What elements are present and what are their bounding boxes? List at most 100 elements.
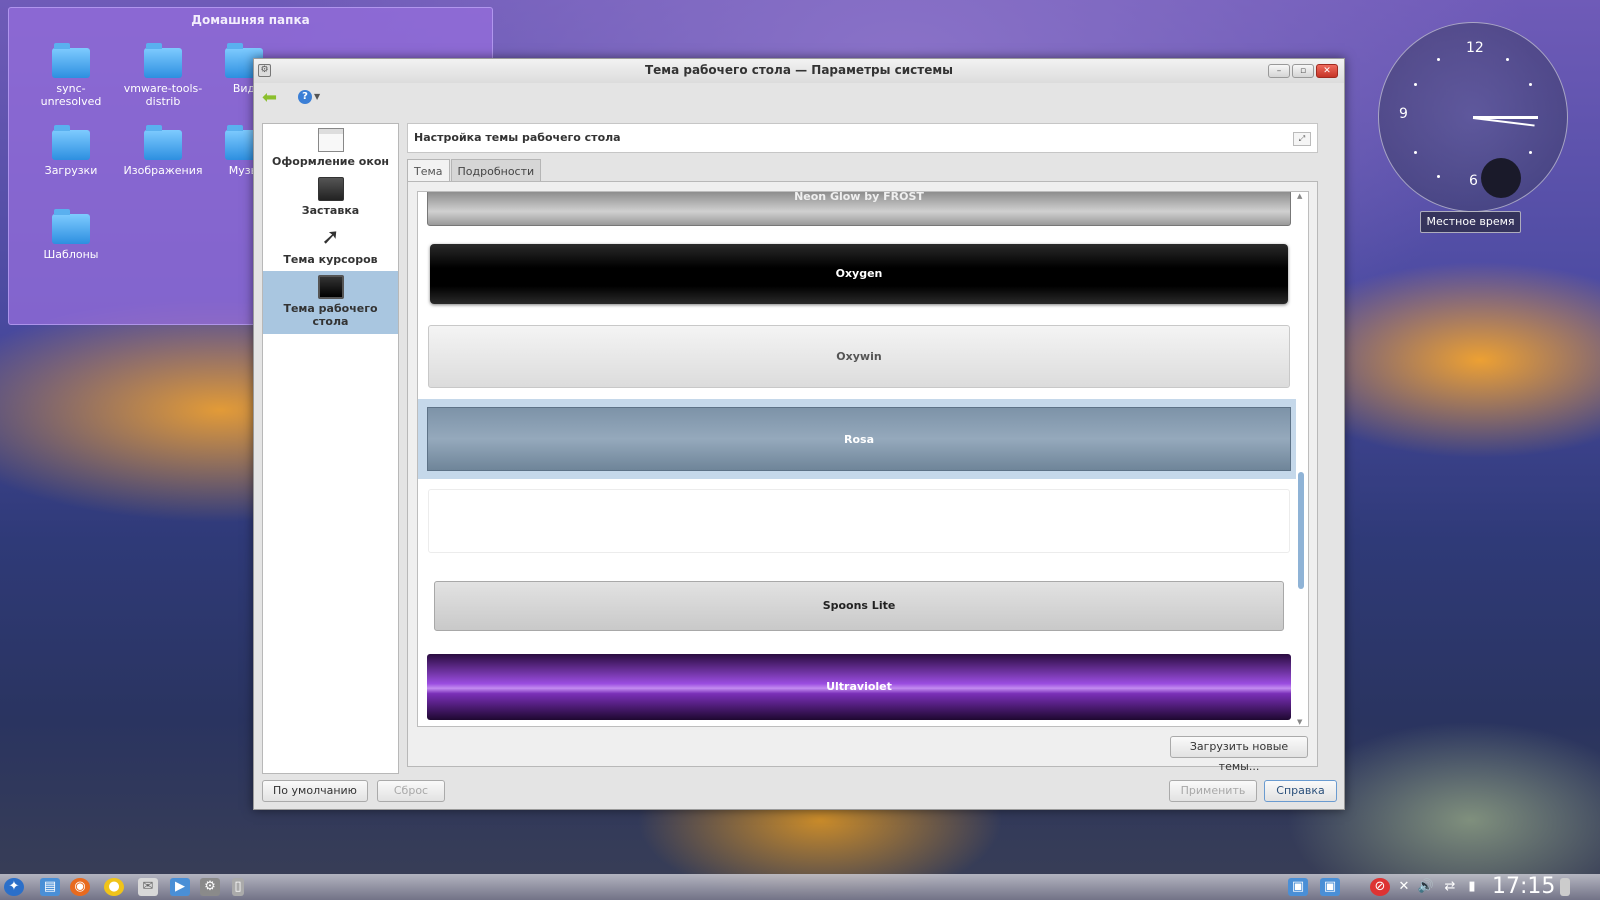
sidebar-item-cursor-theme[interactable]: ➚ Тема курсоров bbox=[263, 222, 398, 271]
clock-number-12: 12 bbox=[1466, 40, 1484, 56]
theme-item-selected[interactable]: Rosa bbox=[427, 407, 1291, 471]
folder-label: unresolved bbox=[40, 95, 102, 108]
trash-icon[interactable]: ▯ bbox=[232, 878, 244, 896]
folder-icon bbox=[144, 125, 182, 160]
sidebar-item-label: стола bbox=[312, 315, 349, 328]
tab-details[interactable]: Подробности bbox=[450, 159, 542, 181]
chat-icon[interactable]: ● bbox=[104, 878, 124, 896]
module-header: Настройка темы рабочего стола ⤢ bbox=[407, 123, 1318, 153]
folder-label: Изображения bbox=[123, 164, 203, 177]
expand-icon[interactable]: ⤢ bbox=[1293, 132, 1311, 146]
window-titlebar[interactable]: ⚙ Тема рабочего стола — Параметры систем… bbox=[254, 59, 1344, 83]
scroll-down-icon[interactable]: ▼ bbox=[1297, 718, 1302, 726]
minimize-button[interactable]: – bbox=[1268, 64, 1290, 78]
theme-name: Oxygen bbox=[835, 267, 883, 280]
file-manager-icon[interactable]: ▤ bbox=[40, 878, 60, 896]
clock-number-9: 9 bbox=[1399, 106, 1408, 122]
theme-item[interactable]: Neon Glow by FROST bbox=[427, 191, 1291, 226]
folder-label: Шаблоны bbox=[43, 248, 99, 261]
show-desktop-icon[interactable] bbox=[1560, 878, 1570, 896]
scroll-up-icon[interactable]: ▲ bbox=[1297, 192, 1302, 200]
folder-label: vmware-tools- bbox=[123, 82, 203, 95]
theme-item[interactable]: Ultraviolet bbox=[427, 654, 1291, 720]
analog-clock-widget[interactable]: 12 9 6 bbox=[1378, 22, 1568, 212]
theme-item[interactable]: Oxywin bbox=[428, 325, 1290, 388]
bluetooth-icon[interactable]: ✕ bbox=[1394, 878, 1414, 896]
taskbar: ✦ ▤ ◉ ● ✉ ▶ ⚙ ▯ ▣ ▣ ⊘ ✕ 🔊 ⇄ ▮ 17:15 bbox=[0, 874, 1600, 900]
clock-tick bbox=[1437, 175, 1440, 178]
desktop-theme-icon bbox=[317, 275, 344, 299]
clock-tick bbox=[1437, 58, 1440, 61]
sidebar-item-desktop-theme[interactable]: Тема рабочего стола bbox=[263, 271, 398, 334]
sidebar-item-screensaver[interactable]: Заставка bbox=[263, 173, 398, 222]
window-decoration-icon bbox=[317, 128, 344, 152]
sidebar-item-label: Тема рабочего bbox=[283, 302, 378, 315]
folder-icon bbox=[52, 209, 90, 244]
sidebar-item-label: Тема курсоров bbox=[283, 253, 378, 266]
cursor-icon: ➚ bbox=[321, 225, 340, 250]
get-new-themes-button[interactable]: Загрузить новые темы... bbox=[1170, 736, 1308, 773]
folder-icon bbox=[144, 43, 182, 78]
application-launcher-icon[interactable]: ✦ bbox=[4, 878, 24, 896]
module-sidebar: Оформление окон Заставка ➚ Тема курсоров… bbox=[262, 123, 399, 774]
sidebar-item-label: Оформление окон bbox=[272, 155, 389, 168]
maximize-button[interactable]: ▫ bbox=[1292, 64, 1314, 78]
network-icon[interactable]: ⇄ bbox=[1440, 878, 1460, 896]
window-title: Тема рабочего стола — Параметры системы bbox=[644, 63, 954, 77]
update-notifier-icon[interactable]: ⊘ bbox=[1370, 878, 1390, 896]
apply-button[interactable]: Применить bbox=[1169, 780, 1257, 802]
media-player-icon[interactable]: ▶ bbox=[170, 878, 190, 896]
theme-name: Neon Glow by FROST bbox=[794, 191, 924, 203]
reset-button[interactable]: Сброс bbox=[377, 780, 445, 802]
theme-list-scrollbar[interactable]: ▲ ▼ bbox=[1296, 192, 1306, 726]
theme-list[interactable]: Neon Glow by FROST Oxygen Oxywin Rosa Sp… bbox=[417, 191, 1309, 727]
mail-icon[interactable]: ✉ bbox=[138, 878, 158, 896]
taskbar-clock[interactable]: 17:15 bbox=[1492, 874, 1555, 899]
clock-tick bbox=[1529, 151, 1532, 154]
theme-name: Spoons Lite bbox=[822, 599, 896, 612]
folder-pictures[interactable]: Изображения bbox=[118, 125, 208, 177]
folder-label: distrib bbox=[145, 95, 181, 108]
folder-label: Загрузки bbox=[44, 164, 98, 177]
system-settings-window[interactable]: ⚙ Тема рабочего стола — Параметры систем… bbox=[253, 58, 1345, 810]
tab-theme[interactable]: Тема bbox=[407, 159, 450, 181]
theme-name: Oxywin bbox=[836, 350, 882, 363]
help-icon[interactable]: ? bbox=[298, 90, 312, 104]
theme-item[interactable] bbox=[428, 489, 1290, 553]
folder-sync-unresolved[interactable]: sync- unresolved bbox=[26, 43, 116, 108]
firefox-icon[interactable]: ◉ bbox=[70, 878, 90, 896]
system-settings-icon[interactable]: ⚙ bbox=[200, 878, 220, 896]
clock-tick bbox=[1506, 58, 1509, 61]
sidebar-item-window-decorations[interactable]: Оформление окон bbox=[263, 124, 398, 173]
clock-number-6: 6 bbox=[1469, 173, 1478, 189]
module-title: Настройка темы рабочего стола bbox=[414, 131, 621, 144]
clock-timezone-label[interactable]: Местное время bbox=[1420, 211, 1521, 233]
theme-item[interactable]: Oxygen bbox=[430, 244, 1288, 304]
chevron-down-icon[interactable]: ▼ bbox=[314, 92, 320, 101]
clock-tick bbox=[1529, 83, 1532, 86]
back-arrow-icon[interactable]: ⬅ bbox=[262, 89, 282, 107]
folderview-title: Домашняя папка bbox=[191, 13, 310, 27]
folder-label: sync- bbox=[56, 82, 86, 95]
sidebar-item-label: Заставка bbox=[301, 204, 360, 217]
close-button[interactable]: ✕ bbox=[1316, 64, 1338, 78]
clock-subdial bbox=[1481, 158, 1521, 198]
clock-tick bbox=[1414, 83, 1417, 86]
folder-icon bbox=[52, 125, 90, 160]
clock-tick bbox=[1414, 151, 1417, 154]
tab-bar: Тема Подробности bbox=[407, 159, 542, 181]
folder-templates[interactable]: Шаблоны bbox=[26, 209, 116, 261]
help-button[interactable]: Справка bbox=[1264, 780, 1337, 802]
theme-name: Ultraviolet bbox=[826, 680, 892, 693]
theme-item[interactable]: Spoons Lite bbox=[434, 581, 1284, 631]
scrollbar-thumb[interactable] bbox=[1298, 472, 1304, 589]
theme-name: Rosa bbox=[844, 433, 874, 446]
camera-icon[interactable]: ▣ bbox=[1320, 878, 1340, 896]
defaults-button[interactable]: По умолчанию bbox=[262, 780, 368, 802]
screenshot-icon[interactable]: ▣ bbox=[1288, 878, 1308, 896]
battery-icon[interactable]: ▮ bbox=[1462, 878, 1482, 896]
folder-downloads[interactable]: Загрузки bbox=[26, 125, 116, 177]
volume-icon[interactable]: 🔊 bbox=[1416, 878, 1436, 896]
folder-vmware-tools[interactable]: vmware-tools- distrib bbox=[118, 43, 208, 108]
theme-tab-pane: Neon Glow by FROST Oxygen Oxywin Rosa Sp… bbox=[407, 181, 1318, 773]
